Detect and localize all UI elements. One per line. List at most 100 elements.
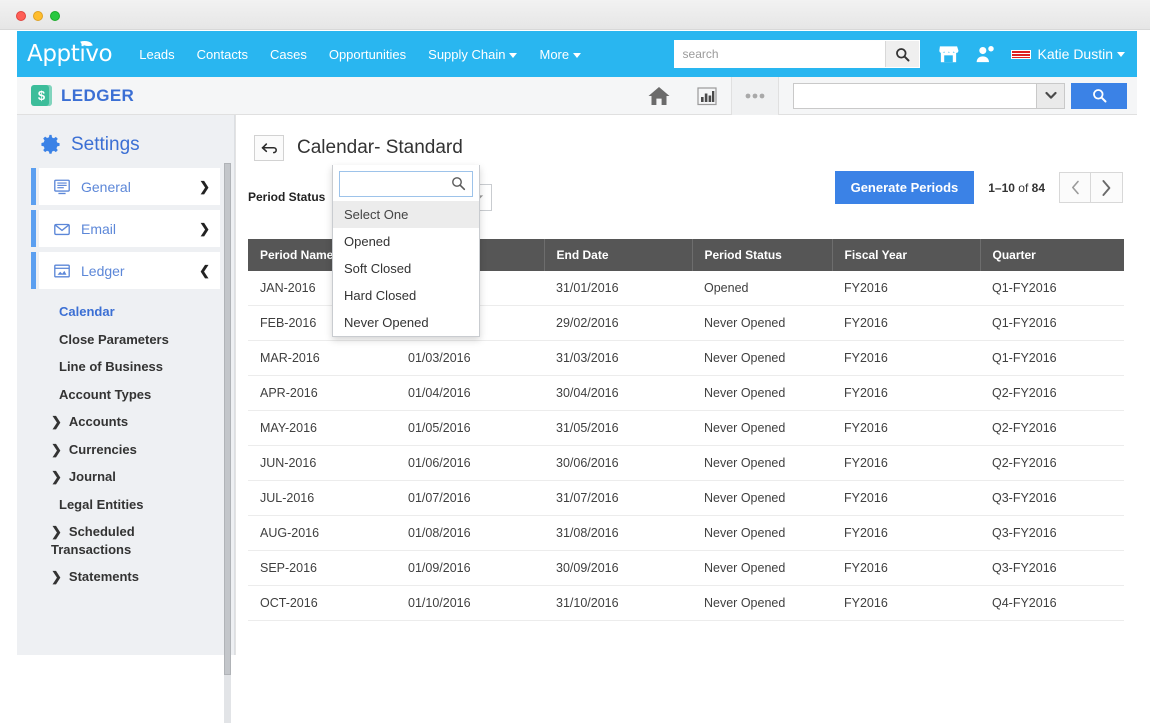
envelope-icon	[53, 220, 71, 238]
sidebar-subitem-label: Close Parameters	[59, 332, 169, 347]
cell-start-date: 01/09/2016	[396, 551, 544, 586]
app-search-button[interactable]	[1071, 83, 1127, 109]
sidebar-subitem-statements[interactable]: ❯Statements	[17, 563, 234, 591]
cell-end-date: 31/01/2016	[544, 271, 692, 306]
back-button[interactable]	[254, 135, 284, 161]
sidebar-subitem-journal[interactable]: ❯Journal	[17, 463, 234, 491]
table-row[interactable]: MAY-201601/05/201631/05/2016Never Opened…	[248, 411, 1124, 446]
cell-fiscal-year: FY2016	[832, 516, 980, 551]
pagination-next-button[interactable]	[1091, 172, 1123, 203]
cell-fiscal-year: FY2016	[832, 306, 980, 341]
cell-fiscal-year: FY2016	[832, 376, 980, 411]
document-lines-icon	[53, 178, 71, 196]
store-icon-button[interactable]	[938, 44, 959, 64]
table-row[interactable]: JUN-201601/06/201630/06/2016Never Opened…	[248, 446, 1124, 481]
pagination-of: of	[1015, 181, 1032, 195]
cell-end-date: 30/04/2016	[544, 376, 692, 411]
cell-quarter: Q1-FY2016	[980, 341, 1124, 376]
cell-quarter: Q1-FY2016	[980, 271, 1124, 306]
window-minimize-button[interactable]	[33, 11, 43, 21]
sidebar-item-general[interactable]: General ❯	[39, 168, 220, 205]
dropdown-option-select-one[interactable]: Select One	[333, 201, 479, 228]
search-icon	[1092, 88, 1107, 103]
dropdown-option-opened[interactable]: Opened	[333, 228, 479, 255]
search-input[interactable]	[675, 41, 885, 67]
cell-quarter: Q2-FY2016	[980, 411, 1124, 446]
nav-item-leads[interactable]: Leads	[128, 41, 185, 68]
apptivo-logo-text: Apptivo	[27, 41, 112, 67]
sidebar-subitem-account-types[interactable]: Account Types	[17, 381, 234, 409]
column-header-end-date[interactable]: End Date	[544, 239, 692, 271]
dropdown-option-never-opened[interactable]: Never Opened	[333, 309, 479, 336]
nav-item-opportunities[interactable]: Opportunities	[318, 41, 417, 68]
app-search-select[interactable]	[793, 83, 1065, 109]
nav-item-more[interactable]: More	[528, 41, 592, 68]
sidebar-subitem-close-parameters[interactable]: Close Parameters	[17, 326, 234, 354]
sidebar-sub-list: Calendar Close Parameters Line of Busine…	[17, 298, 234, 591]
chevron-right-icon: ❯	[51, 568, 62, 586]
pagination-prev-button[interactable]	[1059, 172, 1091, 203]
main-content: Calendar- Standard Period Status Select …	[235, 115, 1137, 655]
search-button[interactable]	[885, 41, 919, 67]
nav-item-contacts[interactable]: Contacts	[186, 41, 259, 68]
cell-start-date: 01/10/2016	[396, 586, 544, 621]
cell-quarter: Q2-FY2016	[980, 446, 1124, 481]
page-body: Settings General ❯ Email	[17, 115, 1137, 655]
dropdown-option-soft-closed[interactable]: Soft Closed	[333, 255, 479, 282]
table-row[interactable]: JUL-201601/07/201631/07/2016Never Opened…	[248, 481, 1124, 516]
column-header-quarter[interactable]: Quarter	[980, 239, 1124, 271]
cell-period-status: Never Opened	[692, 411, 832, 446]
nav-item-label: Supply Chain	[428, 47, 505, 62]
caret-down-icon	[573, 53, 581, 58]
store-icon	[938, 44, 959, 64]
nav-item-label: Leads	[139, 47, 174, 62]
nav-item-label: Opportunities	[329, 47, 406, 62]
pagination-total: 84	[1032, 181, 1045, 195]
sidebar-item-ledger[interactable]: Ledger ❮	[39, 252, 220, 289]
sidebar-item-email[interactable]: Email ❯	[39, 210, 220, 247]
user-menu[interactable]: Katie Dustin	[1011, 46, 1125, 62]
chevron-right-icon	[1101, 179, 1112, 197]
column-header-fiscal-year[interactable]: Fiscal Year	[832, 239, 980, 271]
top-navigation-bar: Apptivo Leads Contacts Cases Opportuniti…	[17, 31, 1137, 77]
sidebar-subitem-accounts[interactable]: ❯Accounts	[17, 408, 234, 436]
more-options-button[interactable]	[731, 77, 779, 115]
sidebar-subitem-currencies[interactable]: ❯Currencies	[17, 436, 234, 464]
sidebar-scrollbar[interactable]	[224, 163, 231, 723]
reports-button[interactable]	[683, 77, 731, 115]
cell-start-date: 01/06/2016	[396, 446, 544, 481]
table-toolbar: Generate Periods 1–10 of 84	[835, 171, 1123, 204]
sidebar-subitem-legal-entities[interactable]: Legal Entities	[17, 491, 234, 519]
sidebar-subitem-calendar[interactable]: Calendar	[17, 298, 234, 326]
cell-period-status: Never Opened	[692, 341, 832, 376]
dropdown-option-hard-closed[interactable]: Hard Closed	[333, 282, 479, 309]
table-row[interactable]: APR-201601/04/201630/04/2016Never Opened…	[248, 376, 1124, 411]
window-maximize-button[interactable]	[50, 11, 60, 21]
sidebar-subitem-label: Line of Business	[59, 359, 163, 374]
sidebar-subitem-label: Accounts	[69, 414, 128, 429]
table-row[interactable]: SEP-201601/09/201630/09/2016Never Opened…	[248, 551, 1124, 586]
nav-item-supply-chain[interactable]: Supply Chain	[417, 41, 528, 68]
table-row[interactable]: OCT-201601/10/201631/10/2016Never Opened…	[248, 586, 1124, 621]
caret-down-icon	[509, 53, 517, 58]
table-row[interactable]: MAR-201601/03/201631/03/2016Never Opened…	[248, 341, 1124, 376]
home-button[interactable]	[635, 77, 683, 115]
user-name: Katie Dustin	[1038, 46, 1113, 62]
window-close-button[interactable]	[16, 11, 26, 21]
generate-periods-button[interactable]: Generate Periods	[835, 171, 975, 204]
apptivo-logo[interactable]: Apptivo	[27, 41, 112, 67]
app-search-select-arrow[interactable]	[1036, 84, 1064, 108]
dropdown-search-wrapper	[333, 165, 479, 201]
table-row[interactable]: AUG-201601/08/201631/08/2016Never Opened…	[248, 516, 1124, 551]
cell-end-date: 30/09/2016	[544, 551, 692, 586]
column-header-period-status[interactable]: Period Status	[692, 239, 832, 271]
cell-fiscal-year: FY2016	[832, 271, 980, 306]
cell-end-date: 30/06/2016	[544, 446, 692, 481]
sidebar-subitem-line-of-business[interactable]: Line of Business	[17, 353, 234, 381]
sidebar-subitem-scheduled-transactions[interactable]: ❯Scheduled Transactions	[17, 518, 167, 563]
add-user-icon-button[interactable]	[975, 44, 995, 64]
cell-period-name: JUL-2016	[248, 481, 396, 516]
chevron-down-icon	[1045, 91, 1057, 100]
nav-item-cases[interactable]: Cases	[259, 41, 318, 68]
sidebar-scrollbar-thumb[interactable]	[224, 163, 231, 675]
